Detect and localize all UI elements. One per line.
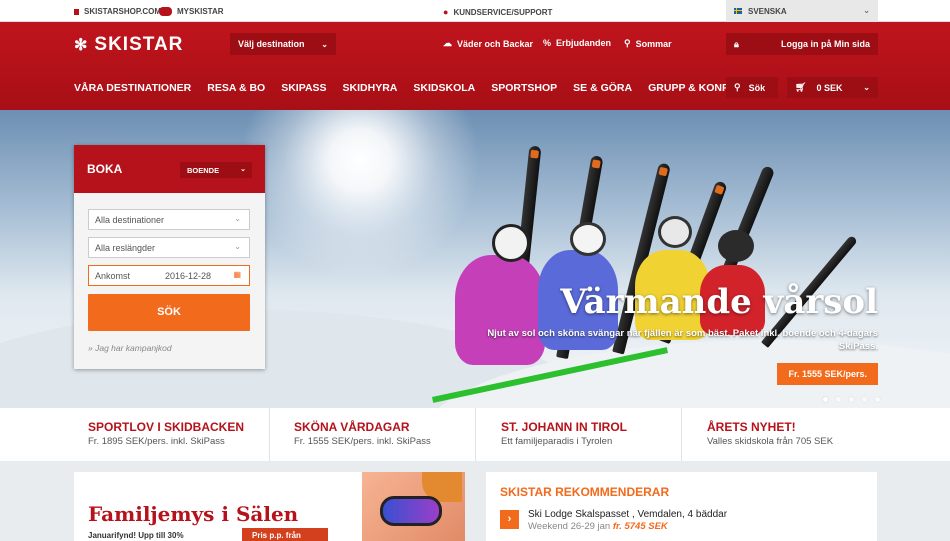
- promo-item[interactable]: ST. JOHANN IN TIROL Ett familjeparadis i…: [501, 420, 627, 447]
- utility-bar: SKISTARSHOP.COM MYSKISTAR ● KUNDSERVICE/…: [0, 0, 950, 22]
- main-header: ✻ SKISTAR Välj destination ⌄ ☁ Väder och…: [0, 22, 950, 110]
- chevron-down-icon: ⌄: [234, 242, 241, 251]
- calendar-icon: ▦: [233, 270, 241, 279]
- nav-item-skidhyra[interactable]: SKIDHYRA: [343, 82, 398, 94]
- chevron-right-icon[interactable]: ›: [500, 510, 519, 529]
- swedish-flag-icon: [734, 8, 742, 14]
- myskistar-icon: [159, 7, 172, 16]
- skistarshop-link[interactable]: SKISTARSHOP.COM: [74, 7, 161, 16]
- promo-item[interactable]: SKÖNA VÅRDAGAR Fr. 1555 SEK/pers. inkl. …: [294, 420, 431, 447]
- offers-link[interactable]: % Erbjudanden: [543, 38, 611, 48]
- skier-helmet: [658, 216, 692, 248]
- recommend-item-details: Weekend 26-29 jan fr. 5745 SEK: [528, 521, 668, 532]
- nav-item-skipass[interactable]: SKIPASS: [281, 82, 326, 94]
- booking-header: BOKA BOENDE ⌄: [74, 145, 265, 193]
- chat-bubble-icon: ●: [443, 7, 449, 17]
- arrival-date-field[interactable]: Ankomst 2016-12-28 ▦: [88, 265, 250, 286]
- bicycle-icon: ⚲: [624, 38, 631, 48]
- booking-widget: BOKA BOENDE ⌄ Alla destinationer ⌄ Alla …: [74, 145, 265, 369]
- booking-title: BOKA: [87, 162, 123, 176]
- skier-helmet: [492, 224, 530, 262]
- carousel-dot[interactable]: [848, 396, 855, 403]
- carousel-dot[interactable]: [874, 396, 881, 403]
- recommend-item-title[interactable]: Ski Lodge Skalspasset , Vemdalen, 4 bädd…: [528, 509, 727, 520]
- kundservice-link[interactable]: ● KUNDSERVICE/SUPPORT: [443, 7, 552, 17]
- cart-icon: 🛒︎: [795, 82, 807, 92]
- snowflake-icon: ✻: [74, 37, 89, 54]
- nav-item-resa-bo[interactable]: RESA & BO: [207, 82, 265, 94]
- language-select[interactable]: SVENSKA ⌄: [726, 0, 878, 22]
- myskistar-link[interactable]: MYSKISTAR: [159, 7, 224, 16]
- divider: [681, 408, 682, 461]
- nav-item-destinationer[interactable]: VÅRA DESTINATIONER: [74, 82, 191, 94]
- hero-price-button[interactable]: Fr. 1555 SEK/pers.: [777, 363, 878, 385]
- promo-item[interactable]: ÅRETS NYHET! Valles skidskola från 705 S…: [707, 420, 833, 447]
- recommend-item-price: fr. 5745 SEK: [612, 521, 668, 532]
- skistar-logo[interactable]: ✻ SKISTAR: [74, 34, 183, 56]
- booking-type-select[interactable]: BOENDE ⌄: [180, 162, 252, 178]
- cloud-icon: ☁: [443, 38, 452, 48]
- family-offer-title: Familjemys i Sälen: [88, 502, 299, 526]
- divider: [475, 408, 476, 461]
- family-offer-card[interactable]: Familjemys i Sälen Januarifynd! Upp till…: [74, 472, 465, 541]
- skier-helmet: [718, 230, 754, 262]
- family-offer-subtitle: Januarifynd! Upp till 30%: [88, 531, 184, 540]
- search-icon: ⚲: [734, 82, 741, 92]
- carousel-dots: [822, 396, 881, 403]
- chevron-down-icon: ⌄: [863, 83, 870, 92]
- sun-glare: [240, 110, 480, 280]
- cart-button[interactable]: 🛒︎ 0 SEK ⌄: [787, 77, 878, 98]
- chevron-down-icon: ⌄: [321, 39, 328, 49]
- hero-subtitle: Njut av sol och sköna svängar när fjälle…: [487, 328, 878, 352]
- child-with-goggles-image: [362, 472, 465, 541]
- destination-select[interactable]: Välj destination ⌄: [230, 33, 336, 55]
- summer-link[interactable]: ⚲ Sommar: [624, 38, 672, 49]
- booking-search-button[interactable]: SÖK: [88, 294, 250, 331]
- promo-strip: SPORTLOV I SKIDBACKEN Fr. 1895 SEK/pers.…: [0, 408, 950, 461]
- trip-length-select[interactable]: Alla reslängder ⌄: [88, 237, 250, 258]
- campaign-code-link[interactable]: » Jag har kampanjkod: [88, 343, 172, 353]
- lock-icon: 🔒︎: [734, 38, 739, 49]
- nav-item-se-gora[interactable]: SE & GÖRA: [573, 82, 632, 94]
- login-button[interactable]: 🔒︎ Logga in på Min sida: [726, 33, 878, 55]
- chevron-down-icon: ⌄: [863, 6, 870, 15]
- main-nav: VÅRA DESTINATIONER RESA & BO SKIPASS SKI…: [74, 82, 765, 94]
- percent-icon: %: [543, 38, 552, 48]
- price-badge: Pris p.p. från: [242, 528, 328, 541]
- destination-select-field[interactable]: Alla destinationer ⌄: [88, 209, 250, 230]
- divider: [269, 408, 270, 461]
- weather-link[interactable]: ☁ Väder och Backar: [443, 38, 533, 49]
- promo-item[interactable]: SPORTLOV I SKIDBACKEN Fr. 1895 SEK/pers.…: [88, 420, 244, 447]
- carousel-dot[interactable]: [822, 396, 829, 403]
- recommend-title: SKISTAR REKOMMENDERAR: [500, 485, 670, 499]
- recommend-card: SKISTAR REKOMMENDERAR › Ski Lodge Skalsp…: [486, 472, 877, 541]
- search-button[interactable]: ⚲ Sök: [726, 77, 778, 98]
- skier-helmet: [570, 222, 606, 256]
- goggles: [380, 496, 442, 526]
- carousel-dot[interactable]: [835, 396, 842, 403]
- hero-title: Värmande vårsol: [560, 282, 878, 322]
- carousel-dot[interactable]: [861, 396, 868, 403]
- shop-bag-icon: [74, 8, 79, 15]
- nav-item-skidskola[interactable]: SKIDSKOLA: [413, 82, 475, 94]
- chevron-down-icon: ⌄: [234, 214, 241, 223]
- nav-item-sportshop[interactable]: SPORTSHOP: [491, 82, 557, 94]
- chevron-down-icon: ⌄: [240, 166, 246, 173]
